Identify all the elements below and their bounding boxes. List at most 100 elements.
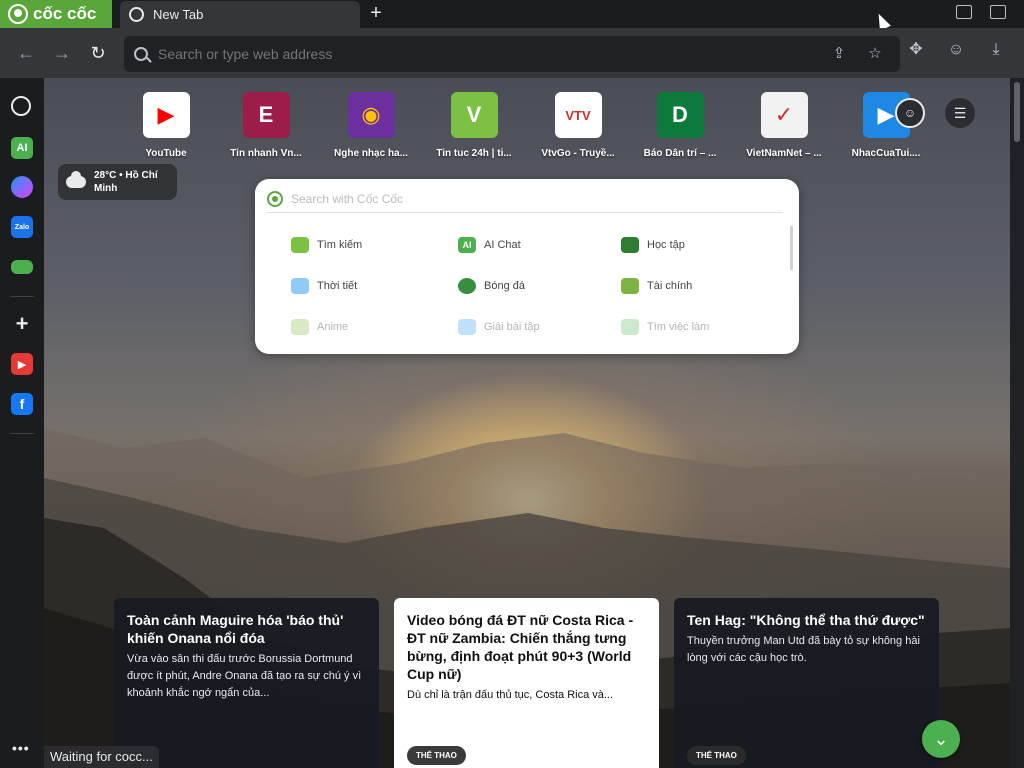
- shortcut-label: Nghe nhạc ha...: [334, 148, 408, 159]
- category-anime[interactable]: Anime: [291, 319, 348, 335]
- shortcut-vtvgo[interactable]: VTV VtvGo - Truyề...: [532, 92, 624, 159]
- sliders-icon: ☰: [953, 104, 967, 121]
- tab-bar: cốc cốc New Tab +: [0, 0, 1024, 31]
- share-icon[interactable]: ⇪: [830, 45, 848, 63]
- shortcut-label: VietNamNet – ...: [746, 148, 822, 159]
- shortcut-youtube[interactable]: ▶ YouTube: [120, 92, 212, 159]
- messenger-icon[interactable]: [11, 176, 33, 198]
- tab-search-icon[interactable]: [956, 5, 972, 19]
- football-icon: [458, 278, 476, 294]
- coccoc-logo-icon: [8, 4, 28, 24]
- weather-temp-location: 28°C • Hồ Chí: [94, 170, 158, 181]
- puzzle-icon[interactable]: ✥: [906, 40, 926, 60]
- add-icon[interactable]: +: [11, 311, 33, 336]
- search-panel-scrollbar[interactable]: [790, 226, 793, 270]
- star-icon[interactable]: ☆: [866, 45, 884, 63]
- history-icon[interactable]: [11, 96, 31, 116]
- news-tag[interactable]: THỂ THAO: [407, 746, 466, 765]
- toolbar: ← → ↻ ⇪ ☆ ✥ ☺ ⤓: [0, 28, 1024, 78]
- youtube-icon: ▶: [142, 92, 190, 138]
- sidebar-divider: [10, 433, 34, 434]
- download-icon[interactable]: ⤓: [986, 40, 1006, 60]
- tab-favicon-icon: [129, 7, 144, 22]
- vtvgo-icon: VTV: [554, 92, 602, 138]
- search-category-icon: [291, 237, 309, 253]
- tab-new-tab[interactable]: New Tab: [120, 1, 360, 28]
- category-tai-chinh[interactable]: Tài chính: [621, 278, 692, 294]
- sidebar-item-zalo[interactable]: Zalo: [11, 216, 33, 238]
- homework-icon: [458, 319, 476, 335]
- shortcut-label: NhacCuaTui....: [851, 148, 921, 159]
- shortcut-nghe-nhac[interactable]: ◉ Nghe nhạc ha...: [325, 92, 417, 159]
- shortcut-label: Báo Dân trí – ...: [643, 148, 717, 159]
- category-tim-viec-lam[interactable]: Tìm việc làm: [621, 319, 709, 335]
- tab-title: New Tab: [153, 7, 204, 22]
- shortcut-tin-nhanh[interactable]: E Tin nhanh Vn...: [220, 92, 312, 159]
- gamepad-icon[interactable]: [11, 260, 33, 274]
- customize-button[interactable]: ☰: [945, 98, 975, 128]
- sidebar-item-ai[interactable]: AI: [11, 137, 33, 159]
- news-title: Toàn cảnh Maguire hóa 'báo thủ' khiến On…: [127, 612, 344, 646]
- new-tab-page: ▶ YouTube E Tin nhanh Vn... ◉ Nghe nhạc …: [44, 78, 1010, 768]
- account-button[interactable]: ☺: [895, 98, 925, 128]
- scroll-down-button[interactable]: ⌄: [922, 720, 960, 758]
- shortcut-label: Tin nhanh Vn...: [230, 148, 302, 159]
- ai-chat-icon: AI: [458, 237, 476, 253]
- news-card[interactable]: Toàn cảnh Maguire hóa 'báo thủ' khiến On…: [114, 598, 379, 768]
- news-title: Ten Hag: "Không thể tha thứ được": [687, 612, 925, 628]
- weather-widget[interactable]: 28°C • Hồ Chí Minh: [58, 164, 177, 200]
- shortcut-vietnamnet[interactable]: ✓ VietNamNet – ...: [738, 92, 830, 159]
- new-tab-button[interactable]: +: [366, 3, 386, 23]
- category-hoc-tap[interactable]: Học tập: [621, 237, 685, 253]
- page-scrollbar[interactable]: [1010, 78, 1024, 768]
- category-ai-chat[interactable]: AI AI Chat: [458, 237, 521, 253]
- news-summary: Vừa vào sân thi đấu trước Borussia Dortm…: [127, 653, 362, 699]
- shortcut-label: YouTube: [145, 148, 187, 159]
- news-24h-icon: V: [450, 92, 498, 138]
- anime-icon: [291, 319, 309, 335]
- shortcut-label: VtvGo - Truyề...: [541, 148, 615, 159]
- weather-text: 28°C • Hồ Chí Minh: [94, 169, 158, 195]
- arrow-left-icon: ←: [17, 43, 35, 63]
- sidebar-divider: [10, 296, 34, 297]
- category-tim-kiem[interactable]: Tìm kiếm: [291, 237, 362, 253]
- forward-button[interactable]: →: [52, 43, 72, 63]
- weather-icon: [291, 278, 309, 294]
- search-icon: [134, 47, 148, 61]
- sidebar-item-youtube[interactable]: ▶: [11, 353, 33, 375]
- graduation-cap-icon: [621, 237, 639, 253]
- reload-button[interactable]: ↻: [88, 43, 108, 63]
- sidebar: AI Zalo + ▶ f: [0, 78, 44, 768]
- toolbar-actions: ✥ ☺ ⤓: [906, 40, 1024, 60]
- address-input[interactable]: [158, 46, 798, 62]
- finance-icon: [621, 278, 639, 294]
- search-field[interactable]: [267, 185, 783, 213]
- more-icon[interactable]: •••: [12, 740, 30, 756]
- scrollbar-thumb[interactable]: [1014, 82, 1020, 142]
- music-icon: ◉: [347, 92, 395, 138]
- news-card[interactable]: Ten Hag: "Không thể tha thứ được" Thuyền…: [674, 598, 939, 768]
- job-icon: [621, 319, 639, 335]
- category-giai-bai-tap[interactable]: Giải bài tập: [458, 319, 540, 335]
- back-button[interactable]: ←: [16, 43, 36, 63]
- sidebar-item-facebook[interactable]: f: [11, 393, 33, 415]
- shortcut-label: Tin tuc 24h | ti...: [436, 148, 512, 159]
- user-icon: ☺: [903, 106, 917, 120]
- category-bong-da[interactable]: Bóng đá: [458, 278, 525, 294]
- chevron-down-icon: ⌄: [933, 728, 949, 749]
- arrow-right-icon: →: [53, 43, 71, 63]
- search-input[interactable]: [291, 191, 771, 206]
- profile-icon[interactable]: ☺: [946, 40, 966, 60]
- news-card[interactable]: Video bóng đá ĐT nữ Costa Rica - ĐT nữ Z…: [394, 598, 659, 768]
- vnexpress-icon: E: [242, 92, 290, 138]
- news-tag[interactable]: THỂ THAO: [687, 746, 746, 765]
- back-to-tabs-icon[interactable]: [990, 5, 1006, 19]
- category-thoi-tiet[interactable]: Thời tiết: [291, 278, 357, 294]
- shortcut-dan-tri[interactable]: D Báo Dân trí – ...: [634, 92, 726, 159]
- reload-icon: ↻: [90, 43, 106, 63]
- coccoc-logo[interactable]: cốc cốc: [0, 0, 112, 28]
- shortcut-tin-tuc-24h[interactable]: V Tin tuc 24h | ti...: [428, 92, 520, 159]
- brand-name: cốc cốc: [33, 4, 97, 23]
- weather-city: Minh: [94, 183, 118, 194]
- address-bar[interactable]: ⇪ ☆: [124, 36, 900, 72]
